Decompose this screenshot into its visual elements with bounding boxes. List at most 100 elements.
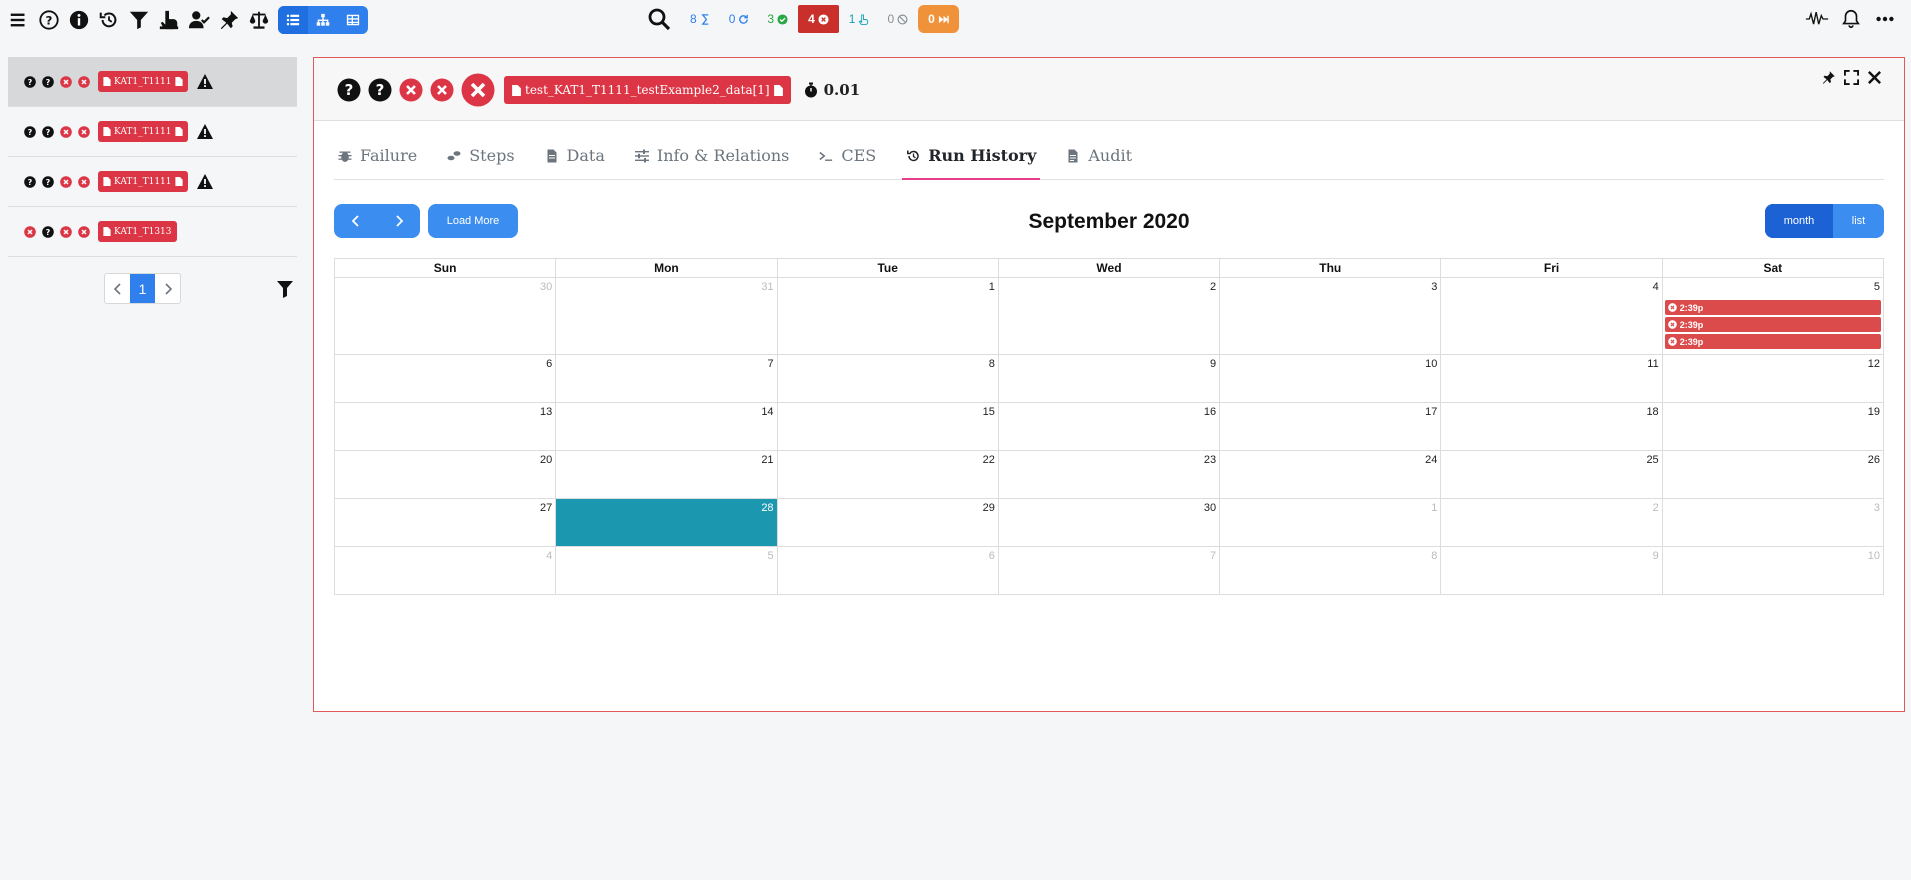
- day-cell[interactable]: 20: [333, 450, 557, 499]
- day-cell[interactable]: 17: [1219, 402, 1442, 451]
- day-cell[interactable]: 22: [776, 450, 999, 499]
- list-item[interactable]: ? KAT1_T1313: [8, 207, 297, 257]
- test-name-chip[interactable]: test_KAT1_T1111_testExample2_data[1]: [504, 76, 791, 104]
- list-item[interactable]: ? ? KAT1_T1111: [8, 107, 297, 157]
- rerun-count[interactable]: 0: [721, 5, 758, 33]
- times-circle-icon[interactable]: [430, 78, 454, 102]
- menu-icon[interactable]: [6, 7, 32, 33]
- times-circle-icon[interactable]: [77, 125, 90, 138]
- day-cell[interactable]: 10: [1661, 546, 1885, 595]
- help-icon[interactable]: ?: [41, 175, 54, 188]
- day-cell[interactable]: 3: [1661, 498, 1885, 547]
- day-cell[interactable]: 6: [776, 546, 999, 595]
- calendar-event[interactable]: 2:39p: [1664, 300, 1881, 315]
- tree-view-icon[interactable]: [308, 6, 338, 34]
- expand-icon[interactable]: [1844, 70, 1859, 85]
- times-circle-icon[interactable]: [77, 175, 90, 188]
- failed-count[interactable]: 4: [798, 5, 839, 33]
- help-icon[interactable]: ?: [23, 75, 36, 88]
- test-chip[interactable]: KAT1_T1313: [98, 221, 177, 242]
- help-icon[interactable]: ?: [23, 175, 36, 188]
- day-cell[interactable]: 29: [776, 498, 999, 547]
- test-chip[interactable]: KAT1_T1111: [98, 71, 188, 92]
- day-cell[interactable]: 24: [1219, 450, 1442, 499]
- help-icon[interactable]: ?: [337, 78, 361, 102]
- tab-failure[interactable]: Failure: [334, 132, 421, 179]
- day-cell[interactable]: 5 2:39p 2:39p 2:39p: [1661, 277, 1885, 355]
- day-cell[interactable]: 9: [1440, 546, 1663, 595]
- day-cell[interactable]: 16: [997, 402, 1221, 451]
- times-circle-icon[interactable]: [77, 225, 90, 238]
- close-icon[interactable]: [1867, 70, 1882, 85]
- day-cell[interactable]: 18: [1440, 402, 1663, 451]
- today-cell[interactable]: 28: [555, 498, 778, 547]
- list-item[interactable]: ? ? KAT1_T1111: [8, 57, 297, 107]
- day-cell[interactable]: 30: [997, 498, 1221, 547]
- help-icon[interactable]: ?: [41, 125, 54, 138]
- day-cell[interactable]: 26: [1661, 450, 1885, 499]
- tab-data[interactable]: Data: [541, 132, 609, 179]
- day-cell[interactable]: 11: [1440, 354, 1663, 403]
- day-cell[interactable]: 1: [1219, 498, 1442, 547]
- calendar-event[interactable]: 2:39p: [1664, 334, 1881, 349]
- day-cell[interactable]: 21: [555, 450, 778, 499]
- tab-info-relations[interactable]: Info & Relations: [631, 132, 793, 179]
- tab-audit[interactable]: Audit: [1062, 132, 1136, 179]
- filter-icon[interactable]: [126, 7, 152, 33]
- day-cell[interactable]: 14: [555, 402, 778, 451]
- times-circle-icon[interactable]: [59, 225, 72, 238]
- month-view-button[interactable]: month: [1765, 204, 1833, 238]
- day-cell[interactable]: 27: [333, 498, 557, 547]
- tab-run-history[interactable]: Run History: [902, 132, 1041, 180]
- day-cell[interactable]: 7: [555, 354, 778, 403]
- calendar-event[interactable]: 2:39p: [1664, 317, 1881, 332]
- hand-point-icon[interactable]: [156, 7, 182, 33]
- manual-count[interactable]: 1: [841, 5, 878, 33]
- wave-icon[interactable]: [1805, 8, 1829, 30]
- times-circle-icon[interactable]: [59, 125, 72, 138]
- day-cell[interactable]: 3: [1219, 277, 1442, 355]
- day-cell[interactable]: 19: [1661, 402, 1885, 451]
- day-cell[interactable]: 9: [997, 354, 1221, 403]
- times-circle-icon[interactable]: [77, 75, 90, 88]
- times-circle-icon[interactable]: [59, 175, 72, 188]
- day-cell[interactable]: 2: [997, 277, 1221, 355]
- day-cell[interactable]: 23: [997, 450, 1221, 499]
- grid-view-icon[interactable]: [338, 6, 368, 34]
- filter-icon[interactable]: [276, 279, 294, 299]
- times-circle-icon[interactable]: [23, 225, 36, 238]
- passed-count[interactable]: 3: [759, 5, 796, 33]
- history-icon[interactable]: [96, 7, 122, 33]
- tab-ces[interactable]: CES: [815, 132, 880, 179]
- day-cell[interactable]: 4: [1440, 277, 1663, 355]
- day-cell[interactable]: 15: [776, 402, 999, 451]
- day-cell[interactable]: 12: [1661, 354, 1885, 403]
- list-view-button[interactable]: list: [1833, 204, 1884, 238]
- tab-steps[interactable]: Steps: [443, 132, 518, 179]
- balance-scale-icon[interactable]: [246, 7, 272, 33]
- day-cell[interactable]: 8: [1219, 546, 1442, 595]
- help-icon[interactable]: ?: [36, 7, 62, 33]
- info-icon[interactable]: [66, 7, 92, 33]
- pin-icon[interactable]: [216, 7, 242, 33]
- prev-page-button[interactable]: [105, 274, 130, 303]
- help-icon[interactable]: ?: [41, 75, 54, 88]
- day-cell[interactable]: 25: [1440, 450, 1663, 499]
- next-page-button[interactable]: [155, 274, 180, 303]
- total-count[interactable]: 8: [682, 5, 719, 33]
- pin-icon[interactable]: [1821, 70, 1836, 85]
- day-cell[interactable]: 10: [1219, 354, 1442, 403]
- skipped-count[interactable]: 0: [879, 5, 916, 33]
- ellipsis-icon[interactable]: [1873, 8, 1897, 30]
- day-cell[interactable]: 31: [555, 277, 778, 355]
- day-cell[interactable]: 5: [555, 546, 778, 595]
- bell-icon[interactable]: [1839, 8, 1863, 30]
- pending-count[interactable]: 0: [918, 5, 959, 33]
- day-cell[interactable]: 4: [333, 546, 557, 595]
- test-chip[interactable]: KAT1_T1111: [98, 121, 188, 142]
- day-cell[interactable]: 13: [333, 402, 557, 451]
- day-cell[interactable]: 1: [776, 277, 999, 355]
- day-cell[interactable]: 7: [997, 546, 1221, 595]
- help-icon[interactable]: ?: [23, 125, 36, 138]
- test-chip[interactable]: KAT1_T1111: [98, 171, 188, 192]
